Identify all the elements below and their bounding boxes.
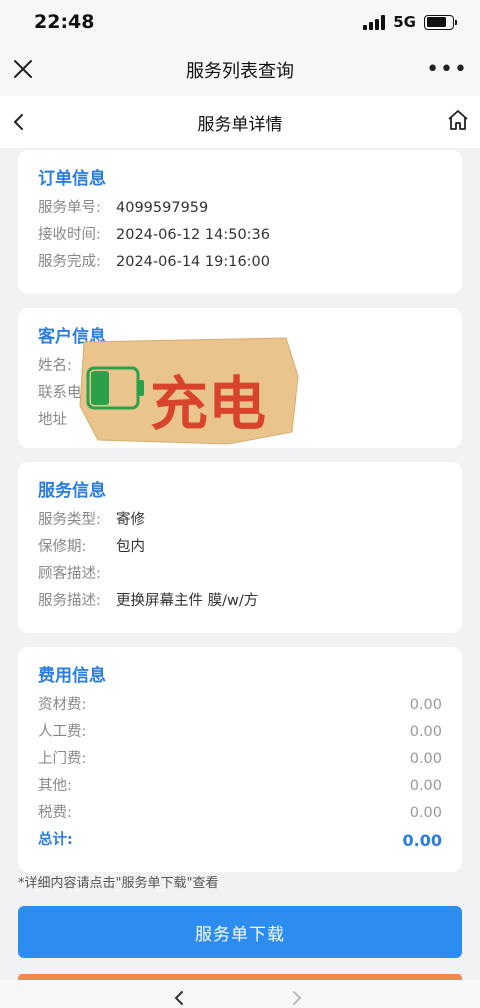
warranty-value: 包内 <box>116 539 145 555</box>
sticker-text: 充电 <box>150 370 266 438</box>
receive-time-row: 接收时间: 2024-06-12 14:50:36 <box>38 222 442 249</box>
order-number-row: 服务单号: 4099597959 <box>38 195 442 222</box>
fee-value-total: 0.00 <box>402 831 442 850</box>
fee-label-tax: 税费: <box>38 805 72 821</box>
download-button[interactable]: 服务单下载 <box>18 906 462 958</box>
service-desc-row: 服务描述: 更换屏幕主件 膜/w/方 <box>38 588 442 615</box>
complete-time-row: 服务完成: 2024-06-14 19:16:00 <box>38 249 442 276</box>
service-desc-label: 服务描述: <box>38 593 101 609</box>
fee-value-labor: 0.00 <box>409 724 442 740</box>
fee-value-tax: 0.00 <box>409 805 442 821</box>
fee-value-visit: 0.00 <box>409 751 442 767</box>
status-time: 22:48 <box>34 11 95 33</box>
complete-time-value: 2024-06-14 19:16:00 <box>116 254 270 270</box>
title-bar: 服务列表查询 ••• <box>0 44 480 96</box>
home-icon[interactable] <box>446 108 470 132</box>
fee-label-total: 总计: <box>38 832 73 848</box>
fee-row-labor: 人工费: 0.00 <box>38 719 442 746</box>
service-desc-value: 更换屏幕主件 膜/w/方 <box>116 593 259 609</box>
fee-label-materials: 资材费: <box>38 697 87 713</box>
order-info-card: 订单信息 服务单号: 4099597959 接收时间: 2024-06-12 1… <box>18 150 462 294</box>
battery-icon <box>424 14 457 30</box>
service-type-row: 服务类型: 寄修 <box>38 507 442 534</box>
fee-info-card: 费用信息 资材费: 0.00 人工费: 0.00 上门费: 0.00 其他: 0… <box>18 647 462 872</box>
customer-desc-row: 顾客描述: <box>38 561 442 588</box>
fee-row-materials: 资材费: 0.00 <box>38 692 442 719</box>
fee-row-tax: 税费: 0.00 <box>38 800 442 827</box>
download-note: *详细内容请点击"服务单下载"查看 <box>18 876 219 891</box>
signal-icon <box>363 14 386 30</box>
receive-time-value: 2024-06-12 14:50:36 <box>116 227 270 243</box>
warranty-row: 保修期: 包内 <box>38 534 442 561</box>
receive-time-label: 接收时间: <box>38 227 101 243</box>
order-info-title: 订单信息 <box>38 169 106 189</box>
service-type-value: 寄修 <box>116 512 145 528</box>
customer-desc-label: 顾客描述: <box>38 566 101 582</box>
content: 订单信息 服务单号: 4099597959 接收时间: 2024-06-12 1… <box>18 150 462 886</box>
close-icon[interactable] <box>12 58 34 80</box>
back-icon[interactable] <box>8 110 32 134</box>
order-number-label: 服务单号: <box>38 200 101 216</box>
warranty-label: 保修期: <box>38 539 87 555</box>
fee-label-visit: 上门费: <box>38 751 87 767</box>
service-info-card: 服务信息 服务类型: 寄修 保修期: 包内 顾客描述: 服务描述: 更换屏幕主件… <box>18 462 462 633</box>
status-icons: 5G <box>363 13 457 31</box>
complete-time-label: 服务完成: <box>38 254 101 270</box>
page-title: 服务单详情 <box>197 114 283 135</box>
fee-row-total: 总计: 0.00 <box>38 827 442 854</box>
fee-row-visit: 上门费: 0.00 <box>38 746 442 773</box>
browser-forward-icon[interactable] <box>290 990 304 1006</box>
fee-value-other: 0.00 <box>409 778 442 794</box>
nav-bar: 服务单详情 <box>0 96 480 148</box>
status-bar: 22:48 5G <box>0 0 480 44</box>
more-icon[interactable]: ••• <box>426 57 468 82</box>
fee-label-other: 其他: <box>38 778 72 794</box>
order-number-value: 4099597959 <box>116 200 209 216</box>
network-label: 5G <box>393 13 416 31</box>
browser-bottom-nav <box>0 980 480 1008</box>
browser-back-icon[interactable] <box>172 990 186 1006</box>
app-title: 服务列表查询 <box>186 61 294 82</box>
service-info-title: 服务信息 <box>38 481 106 501</box>
charging-sticker: 充电 <box>79 337 299 445</box>
fee-info-title: 费用信息 <box>38 666 106 686</box>
fee-value-materials: 0.00 <box>409 697 442 713</box>
service-type-label: 服务类型: <box>38 512 101 528</box>
fee-label-labor: 人工费: <box>38 724 87 740</box>
fee-row-other: 其他: 0.00 <box>38 773 442 800</box>
